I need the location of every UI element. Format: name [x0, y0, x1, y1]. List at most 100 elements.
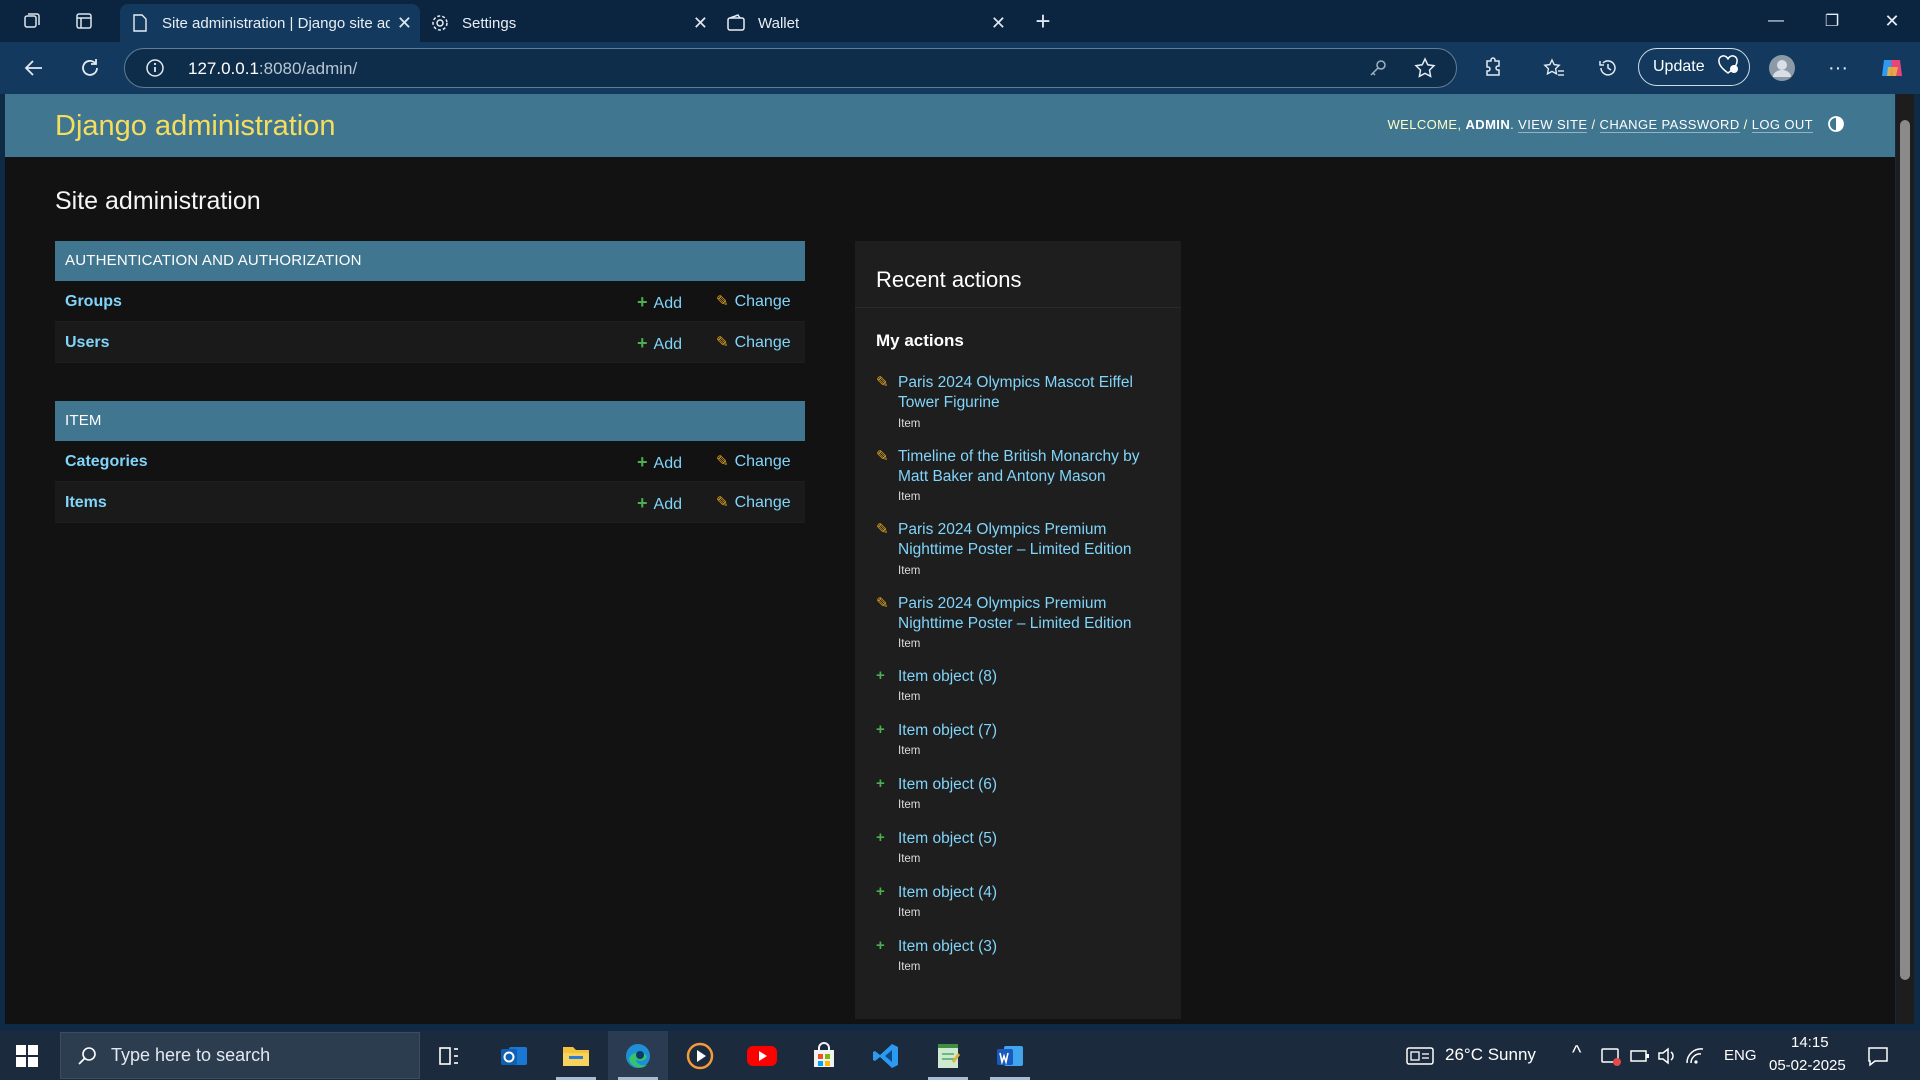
plus-icon: + — [876, 775, 885, 792]
add-link[interactable]: + Add — [637, 493, 682, 514]
divider — [855, 307, 1181, 308]
action-link[interactable]: Item object (3) — [898, 937, 1168, 957]
module-caption[interactable]: ITEM — [55, 401, 805, 441]
action-link[interactable]: Paris 2024 Olympics Premium Nighttime Po… — [898, 520, 1168, 560]
favorite-star-icon[interactable] — [1414, 57, 1436, 84]
add-link[interactable]: + Add — [637, 292, 682, 313]
change-link[interactable]: ✎ Change — [716, 452, 791, 471]
model-link[interactable]: Groups — [65, 293, 122, 311]
close-icon[interactable]: ✕ — [397, 13, 412, 34]
clock-date[interactable]: 05-02-2025 — [1769, 1057, 1846, 1074]
action-type: Item — [898, 853, 921, 865]
address-bar[interactable]: 127.0.0.1:8080/admin/ — [124, 48, 1457, 88]
back-icon[interactable] — [16, 51, 52, 85]
model-row-categories: Categories + Add ✎ Change — [55, 441, 805, 482]
action-link[interactable]: Timeline of the British Monarchy by Matt… — [898, 447, 1168, 487]
history-icon[interactable] — [1590, 51, 1626, 85]
language-indicator[interactable]: ENG — [1724, 1047, 1757, 1064]
action-item: + Item object (8) Item — [876, 667, 1176, 707]
key-icon[interactable] — [1368, 58, 1388, 83]
action-type: Item — [898, 961, 921, 973]
more-options-icon[interactable]: ··· — [1820, 51, 1856, 85]
plus-icon: + — [637, 452, 648, 472]
plus-icon: + — [876, 667, 885, 684]
vscode-icon[interactable] — [856, 1031, 916, 1080]
search-placeholder: Type here to search — [111, 1045, 271, 1065]
tab-django-admin[interactable]: Site administration | Django site admin … — [120, 4, 420, 42]
weather-text[interactable]: 26°C Sunny — [1445, 1045, 1536, 1065]
tab-strip: Site administration | Django site admin … — [0, 0, 1920, 42]
recent-actions-panel: Recent actions My actions ✎ Paris 2024 O… — [855, 241, 1181, 1019]
add-link[interactable]: + Add — [637, 333, 682, 354]
edge-icon[interactable] — [608, 1031, 668, 1080]
wifi-icon[interactable] — [1684, 1046, 1706, 1071]
youtube-icon[interactable] — [732, 1031, 792, 1080]
update-button[interactable]: Update — [1638, 48, 1750, 86]
outlook-icon[interactable] — [484, 1031, 544, 1080]
scrollbar-thumb[interactable] — [1900, 120, 1910, 980]
windows-taskbar: Type here to search 26°C Sunny ^ ENG 14:… — [0, 1031, 1920, 1080]
close-window-icon[interactable]: ✕ — [1864, 0, 1920, 42]
favorites-icon[interactable] — [1536, 51, 1572, 85]
close-icon[interactable]: ✕ — [693, 13, 708, 34]
tab-actions-icon[interactable] — [68, 6, 100, 36]
windows-start-icon[interactable] — [12, 1041, 48, 1071]
store-icon[interactable] — [794, 1031, 854, 1080]
add-label: Add — [653, 336, 682, 353]
weather-icon[interactable] — [1405, 1045, 1435, 1072]
profile-avatar-icon[interactable] — [1764, 51, 1800, 85]
app-module-auth: AUTHENTICATION AND AUTHORIZATION Groups … — [55, 241, 805, 363]
action-link[interactable]: Paris 2024 Olympics Mascot Eiffel Tower … — [898, 373, 1168, 413]
action-link[interactable]: Item object (4) — [898, 883, 1168, 903]
theme-toggle-icon[interactable] — [1827, 115, 1845, 133]
site-branding[interactable]: Django administration — [55, 110, 335, 143]
action-type: Item — [898, 565, 921, 577]
change-link[interactable]: ✎ Change — [716, 493, 791, 512]
page-scrollbar[interactable] — [1896, 94, 1914, 1024]
task-view-icon[interactable] — [419, 1031, 479, 1080]
restore-icon[interactable]: ❐ — [1804, 0, 1860, 42]
change-password-link[interactable]: CHANGE PASSWORD — [1599, 117, 1740, 133]
module-caption[interactable]: AUTHENTICATION AND AUTHORIZATION — [55, 241, 805, 281]
file-explorer-icon[interactable] — [546, 1031, 606, 1080]
site-info-icon[interactable] — [145, 58, 165, 78]
action-link[interactable]: Paris 2024 Olympics Premium Nighttime Po… — [898, 594, 1168, 634]
new-tab-icon[interactable]: + — [1027, 6, 1059, 36]
chevron-up-icon[interactable]: ^ — [1572, 1042, 1581, 1065]
media-player-icon[interactable] — [670, 1031, 730, 1080]
clock-time[interactable]: 14:15 — [1791, 1034, 1829, 1051]
close-icon[interactable]: ✕ — [991, 13, 1006, 34]
action-link[interactable]: Item object (8) — [898, 667, 1168, 687]
add-link[interactable]: + Add — [637, 452, 682, 473]
refresh-icon[interactable] — [72, 51, 108, 85]
extensions-icon[interactable] — [1474, 51, 1510, 85]
notepad-icon[interactable] — [918, 1031, 978, 1080]
view-site-link[interactable]: VIEW SITE — [1518, 117, 1588, 133]
copilot-icon[interactable] — [1874, 51, 1910, 85]
page-icon — [130, 13, 150, 33]
word-icon[interactable] — [980, 1031, 1040, 1080]
battery-icon[interactable] — [1629, 1046, 1651, 1071]
action-link[interactable]: Item object (5) — [898, 829, 1168, 849]
model-link[interactable]: Categories — [65, 453, 148, 471]
log-out-link[interactable]: LOG OUT — [1751, 117, 1813, 133]
model-link[interactable]: Users — [65, 334, 109, 352]
search-icon — [75, 1044, 99, 1068]
network-alert-icon[interactable] — [1600, 1045, 1622, 1072]
tab-settings[interactable]: Settings ✕ — [420, 4, 716, 42]
url-text[interactable]: 127.0.0.1:8080/admin/ — [188, 59, 357, 79]
tab-wallet[interactable]: Wallet ✕ — [716, 4, 1014, 42]
workspaces-icon[interactable] — [16, 6, 48, 36]
action-link[interactable]: Item object (6) — [898, 775, 1168, 795]
minimize-icon[interactable]: — — [1748, 0, 1804, 42]
taskbar-search[interactable]: Type here to search — [60, 1032, 420, 1079]
action-type: Item — [898, 799, 921, 811]
url-port-path: :8080/admin/ — [258, 59, 358, 78]
action-link[interactable]: Item object (7) — [898, 721, 1168, 741]
model-link[interactable]: Items — [65, 494, 107, 512]
volume-icon[interactable] — [1656, 1046, 1678, 1071]
pencil-icon: ✎ — [716, 293, 729, 310]
notifications-icon[interactable] — [1866, 1044, 1890, 1073]
change-link[interactable]: ✎ Change — [716, 333, 791, 352]
change-link[interactable]: ✎ Change — [716, 292, 791, 311]
